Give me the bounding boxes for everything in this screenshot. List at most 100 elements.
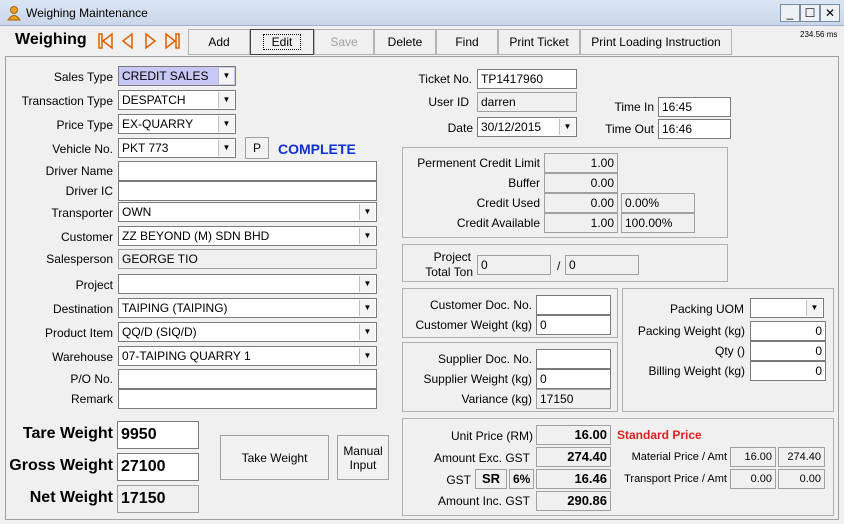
- price-type-value: EX-QUARRY: [122, 117, 194, 131]
- module-title: Weighing: [15, 31, 87, 48]
- material-price-field: 16.00: [730, 447, 776, 467]
- date-value: 30/12/2015: [481, 120, 542, 134]
- maximize-button[interactable]: ☐: [800, 4, 820, 22]
- credit-limit-label: Permenent Credit Limit: [417, 156, 540, 170]
- warehouse-select[interactable]: 07-TAIPING QUARRY 1 ▼: [118, 346, 377, 366]
- find-button[interactable]: Find: [436, 29, 498, 55]
- destination-label: Destination: [52, 302, 113, 316]
- vehicle-no-label: Vehicle No.: [52, 142, 113, 156]
- chevron-down-icon[interactable]: ▼: [806, 300, 822, 316]
- price-type-select[interactable]: EX-QUARRY ▼: [118, 114, 236, 134]
- credit-available-label: Credit Available: [456, 216, 540, 230]
- credit-used-field: 0.00: [544, 193, 618, 213]
- remark-input[interactable]: [118, 389, 377, 409]
- credit-limit-field: 1.00: [544, 153, 618, 173]
- material-amount-field: 274.40: [778, 447, 825, 467]
- minimize-button[interactable]: _: [780, 4, 800, 22]
- amount-inc-gst-label: Amount Inc. GST: [437, 494, 530, 508]
- supplier-doc-no-input[interactable]: [536, 349, 611, 369]
- buffer-field: 0.00: [544, 173, 618, 193]
- sales-type-select[interactable]: CREDIT SALES ▼: [118, 66, 236, 86]
- unit-price-label: Unit Price (RM): [450, 429, 533, 443]
- gst-label: GST: [446, 473, 471, 487]
- customer-weight-label: Customer Weight (kg): [415, 318, 532, 332]
- billing-weight-input[interactable]: 0: [750, 361, 826, 381]
- supplier-weight-input[interactable]: 0: [536, 369, 611, 389]
- warehouse-label: Warehouse: [52, 350, 113, 364]
- customer-weight-input[interactable]: 0: [536, 315, 611, 335]
- customer-doc-no-input[interactable]: [536, 295, 611, 315]
- edit-button-label: Edit: [262, 34, 302, 50]
- transport-price-label: Transport Price / Amt: [624, 473, 727, 485]
- chevron-down-icon[interactable]: ▼: [359, 204, 375, 220]
- add-button[interactable]: Add: [188, 29, 250, 55]
- customer-select[interactable]: ZZ BEYOND (M) SDN BHD ▼: [118, 226, 377, 246]
- edit-button[interactable]: Edit: [250, 29, 314, 55]
- manual-input-button[interactable]: Manual Input: [337, 435, 389, 480]
- take-weight-button[interactable]: Take Weight: [220, 435, 329, 480]
- destination-select[interactable]: TAIPING (TAIPING) ▼: [118, 298, 377, 318]
- transport-amount-field: 0.00: [778, 469, 825, 489]
- buffer-label: Buffer: [508, 176, 540, 190]
- po-no-input[interactable]: [118, 369, 377, 389]
- packing-uom-select[interactable]: ▼: [750, 298, 824, 318]
- warehouse-value: 07-TAIPING QUARRY 1: [122, 349, 251, 363]
- previous-record-icon[interactable]: [118, 31, 138, 51]
- salesperson-label: Salesperson: [46, 252, 113, 266]
- credit-available-pct: 100.00%: [621, 213, 695, 233]
- credit-used-label: Credit Used: [476, 196, 540, 210]
- credit-available-field: 1.00: [544, 213, 618, 233]
- chevron-down-icon[interactable]: ▼: [359, 348, 375, 364]
- remark-label: Remark: [70, 392, 113, 406]
- last-record-icon[interactable]: [162, 31, 182, 51]
- chevron-down-icon[interactable]: ▼: [218, 92, 234, 108]
- salesperson-field: GEORGE TIO: [118, 249, 377, 269]
- close-button[interactable]: ✕: [820, 4, 840, 22]
- chevron-down-icon[interactable]: ▼: [359, 324, 375, 340]
- print-ticket-button[interactable]: Print Ticket: [498, 29, 580, 55]
- user-id-label: User ID: [428, 95, 469, 109]
- print-loading-instruction-button[interactable]: Print Loading Instruction: [580, 29, 732, 55]
- unit-price-field: 16.00: [536, 425, 611, 445]
- project-select[interactable]: ▼: [118, 274, 377, 294]
- save-button[interactable]: Save: [314, 29, 374, 55]
- ticket-no-field[interactable]: TP1417960: [477, 69, 577, 89]
- customer-value: ZZ BEYOND (M) SDN BHD: [122, 229, 270, 243]
- product-item-select[interactable]: QQ/D (SIQ/D) ▼: [118, 322, 377, 342]
- chevron-down-icon[interactable]: ▼: [359, 276, 375, 292]
- customer-doc-no-label: Customer Doc. No.: [429, 298, 532, 312]
- gross-weight-label: Gross Weight: [9, 457, 113, 474]
- delete-button[interactable]: Delete: [374, 29, 436, 55]
- gst-rate-field: 6%: [509, 469, 534, 489]
- qty-input[interactable]: 0: [750, 341, 826, 361]
- date-picker[interactable]: 30/12/2015 ▼: [477, 117, 577, 137]
- vehicle-p-button[interactable]: P: [245, 137, 269, 159]
- transaction-type-select[interactable]: DESPATCH ▼: [118, 90, 236, 110]
- window-title: Weighing Maintenance: [26, 6, 148, 20]
- material-price-label: Material Price / Amt: [631, 451, 727, 463]
- credit-used-pct: 0.00%: [621, 193, 695, 213]
- next-record-icon[interactable]: [140, 31, 160, 51]
- driver-ic-input[interactable]: [118, 181, 377, 201]
- chevron-down-icon[interactable]: ▼: [559, 119, 575, 135]
- packing-weight-label: Packing Weight (kg): [637, 324, 745, 338]
- price-type-label: Price Type: [56, 118, 113, 132]
- driver-name-input[interactable]: [118, 161, 377, 181]
- chevron-down-icon[interactable]: ▼: [218, 68, 234, 84]
- app-person-icon: [7, 6, 21, 21]
- time-out-field[interactable]: 16:46: [658, 119, 731, 139]
- time-in-field[interactable]: 16:45: [658, 97, 731, 117]
- supplier-weight-label: Supplier Weight (kg): [423, 372, 533, 386]
- transporter-select[interactable]: OWN ▼: [118, 202, 377, 222]
- packing-weight-input[interactable]: 0: [750, 321, 826, 341]
- chevron-down-icon[interactable]: ▼: [218, 140, 234, 156]
- tare-weight-field[interactable]: 9950: [117, 421, 199, 449]
- gross-weight-field[interactable]: 27100: [117, 453, 199, 481]
- project-ton-label-2: Total Ton: [425, 265, 473, 279]
- chevron-down-icon[interactable]: ▼: [359, 300, 375, 316]
- chevron-down-icon[interactable]: ▼: [359, 228, 375, 244]
- first-record-icon[interactable]: [96, 31, 116, 51]
- vehicle-no-select[interactable]: PKT 773 ▼: [118, 138, 236, 158]
- project-ton-label-1: Project: [433, 250, 471, 264]
- chevron-down-icon[interactable]: ▼: [218, 116, 234, 132]
